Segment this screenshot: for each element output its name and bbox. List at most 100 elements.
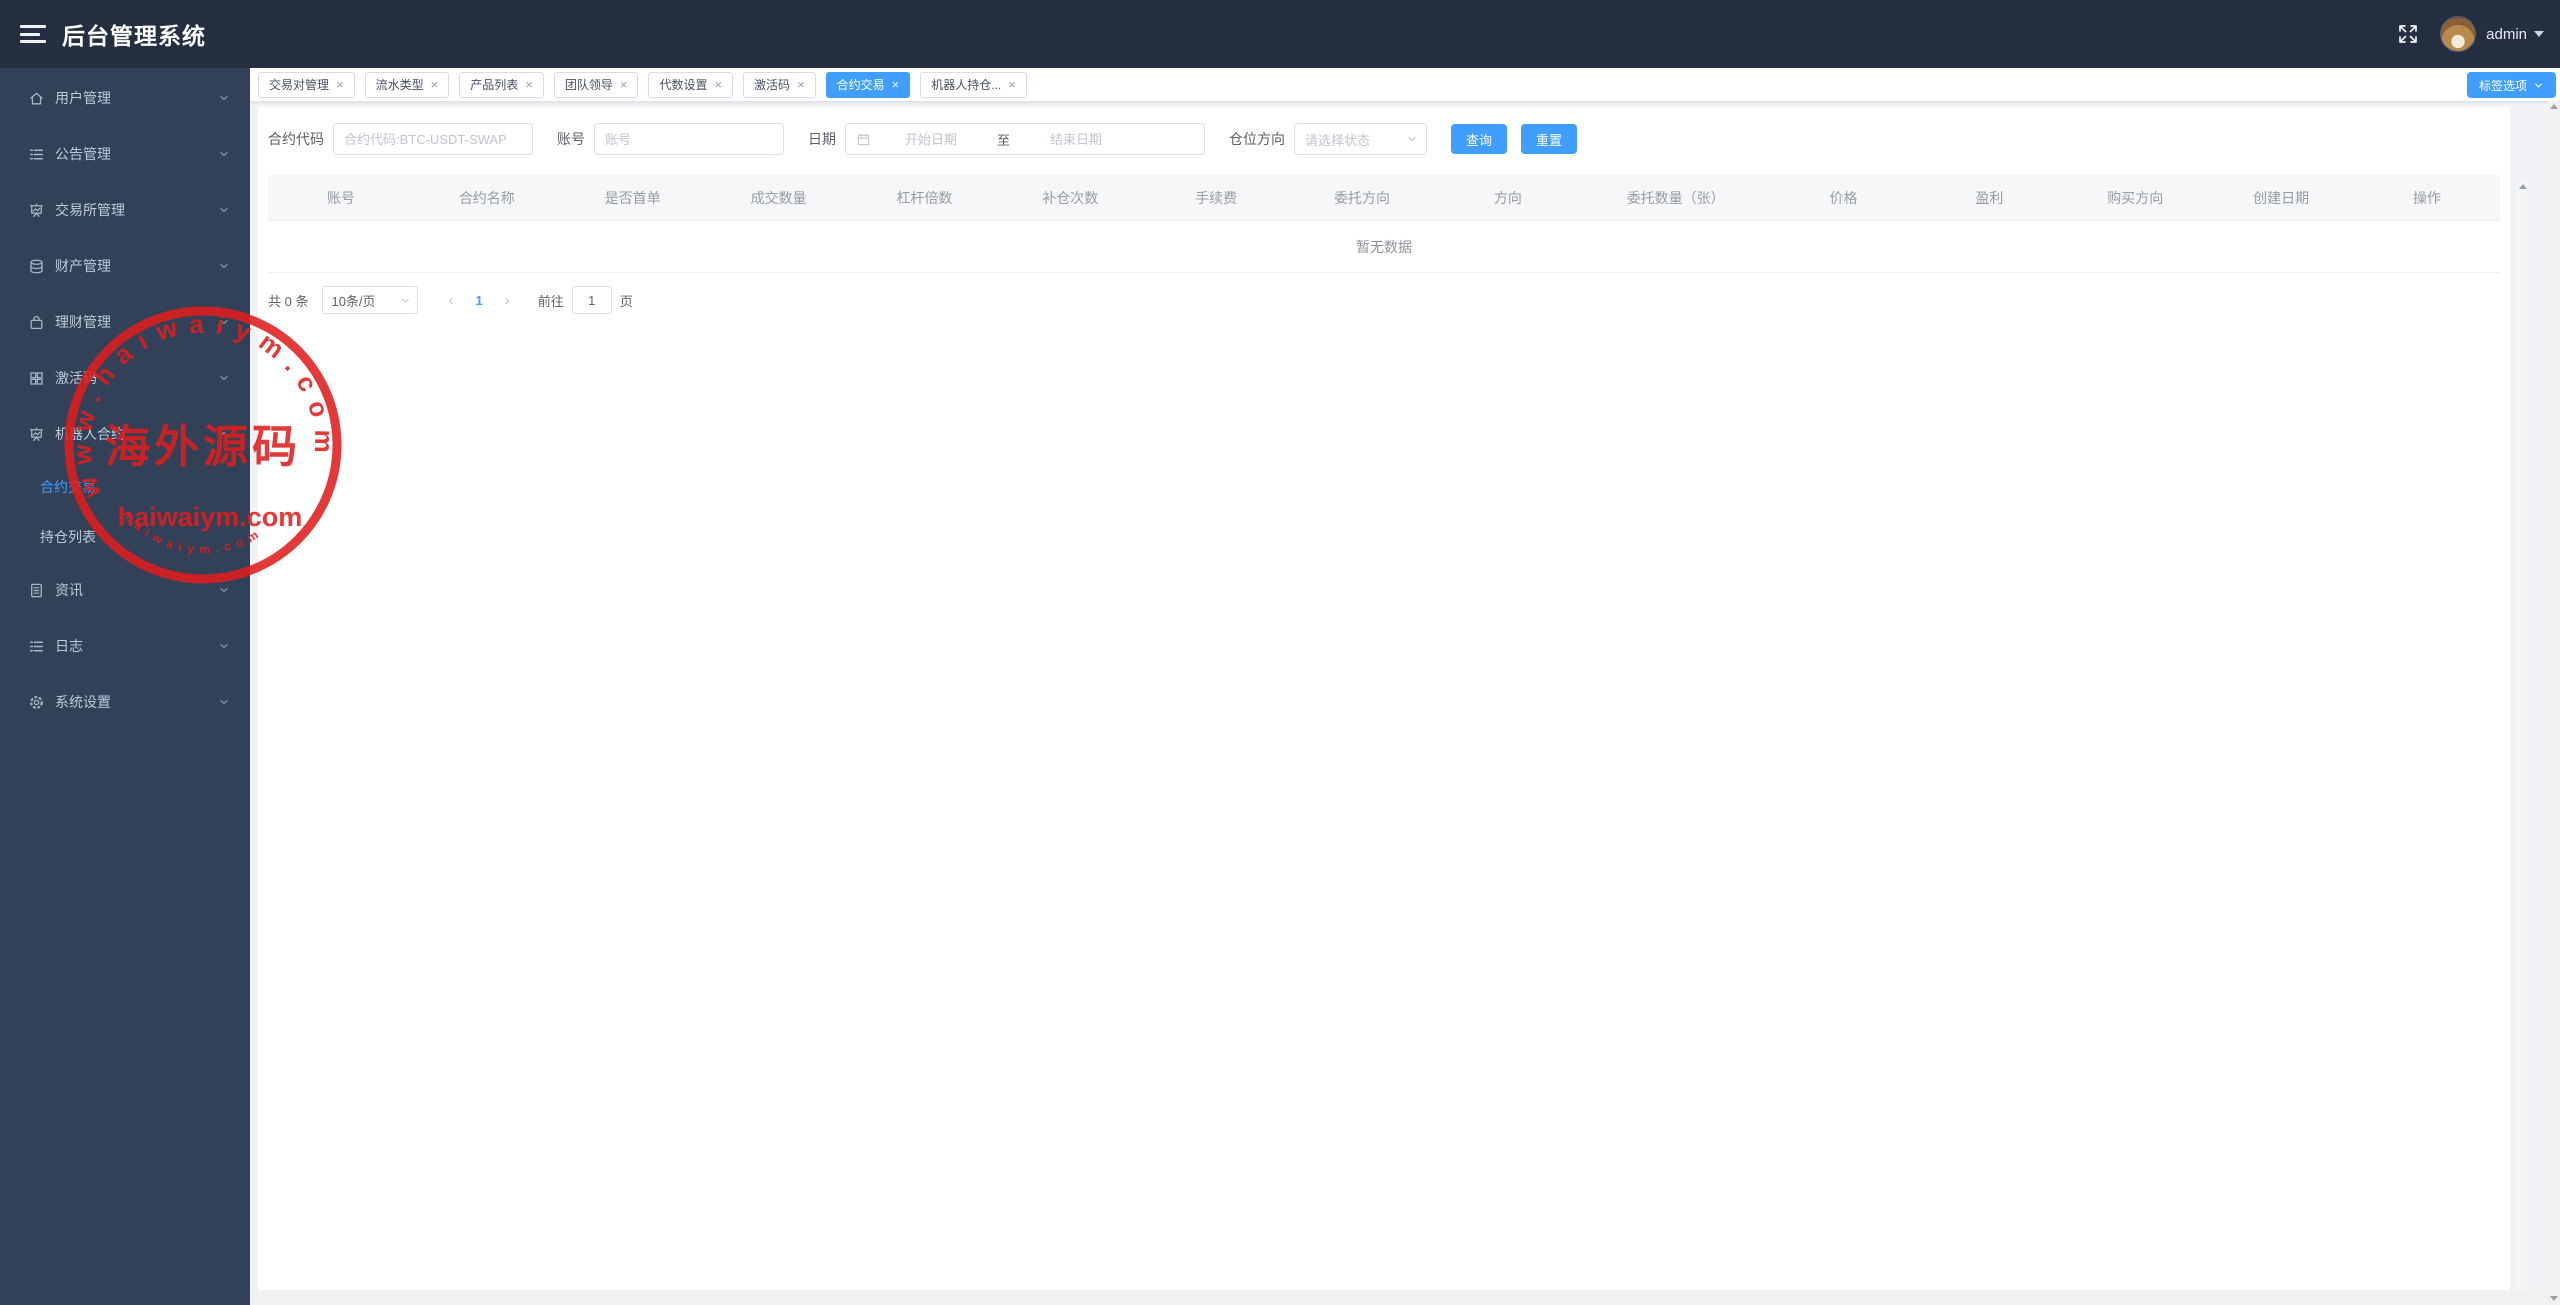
home-icon [28, 90, 45, 107]
date-range-picker[interactable]: 至 [845, 123, 1205, 155]
column-header: 委托方向 [1334, 189, 1391, 206]
column-header: 补仓次数 [1042, 189, 1099, 206]
sidebar-item-announcement-mgmt[interactable]: 公告管理 [0, 126, 250, 182]
position-direction-select[interactable]: 请选择状态 [1294, 123, 1427, 155]
menu-toggle-icon[interactable] [20, 23, 46, 45]
gear-icon [28, 694, 45, 711]
end-date-input[interactable] [1016, 131, 1137, 147]
account-label: 账号 [557, 131, 585, 147]
tab-close-icon[interactable]: × [714, 78, 722, 91]
column-header: 盈利 [1975, 189, 2004, 206]
content-panel: 合约代码 账号 日期 至 仓位方向 请选择状态 [258, 107, 2510, 1290]
column-header: 方向 [1493, 189, 1522, 206]
column-header: 是否首单 [604, 189, 661, 206]
chevron-down-icon [218, 92, 230, 104]
reset-button[interactable]: 重置 [1521, 124, 1578, 154]
bag-icon [28, 314, 45, 331]
chevron-up-icon [218, 428, 230, 440]
chevron-down-icon [1406, 133, 1418, 145]
sidebar-item-asset-mgmt[interactable]: 财产管理 [0, 238, 250, 294]
sidebar-item-robot-contract[interactable]: 机器人合约 [0, 406, 250, 462]
database-icon [28, 258, 45, 275]
chevron-down-icon [218, 372, 230, 384]
sidebar-item-label: 日志 [55, 638, 83, 654]
chevron-down-icon [2533, 80, 2544, 91]
tab-product-list[interactable]: 产品列表 × [459, 71, 544, 98]
tab-flow-type[interactable]: 流水类型 × [364, 71, 450, 98]
tab-robot-positions[interactable]: 机器人持仓... × [920, 71, 1027, 98]
chevron-down-icon [218, 260, 230, 272]
tab-close-icon[interactable]: × [892, 78, 900, 91]
chart-board-icon [28, 202, 45, 219]
column-header: 操作 [2412, 189, 2441, 206]
sidebar-item-label: 系统设置 [55, 694, 111, 710]
page-unit-label: 页 [619, 293, 633, 309]
tab-activation-code[interactable]: 激活码 × [743, 71, 816, 98]
prev-page-button[interactable]: ‹ [436, 292, 465, 309]
sidebar-item-system-settings[interactable]: 系统设置 [0, 674, 250, 730]
sidebar-subitem-position-list[interactable]: 持仓列表 [0, 512, 250, 562]
tab-close-icon[interactable]: × [1008, 78, 1016, 91]
user-dropdown-caret-icon[interactable] [2534, 31, 2544, 37]
chevron-down-icon [218, 584, 230, 596]
chart-board-icon [28, 426, 45, 443]
table-empty-row: 暂无数据 [268, 221, 2500, 273]
sidebar-item-logs[interactable]: 日志 [0, 618, 250, 674]
tab-contract-trading[interactable]: 合约交易 × [825, 71, 911, 98]
scroll-up-icon[interactable] [2549, 104, 2558, 109]
account-input[interactable] [594, 123, 784, 155]
contract-code-input[interactable] [333, 123, 533, 155]
fullscreen-icon[interactable] [2396, 22, 2420, 46]
data-table: 账号 合约名称 是否首单 成交数量 杠杆倍数 补仓次数 手续费 委托方向 方向 … [268, 175, 2500, 273]
tab-close-icon[interactable]: × [620, 78, 628, 91]
sidebar-item-activation-code[interactable]: 激活码 [0, 350, 250, 406]
search-button[interactable]: 查询 [1451, 124, 1508, 154]
vertical-scrollbar[interactable] [2547, 100, 2560, 1305]
tab-trading-pair-mgmt[interactable]: 交易对管理 × [258, 71, 355, 98]
sidebar-subitem-contract-trading[interactable]: 合约交易 [0, 462, 250, 512]
scroll-up-icon[interactable] [2518, 184, 2527, 189]
next-page-button[interactable]: › [493, 292, 522, 309]
sidebar-item-exchange-mgmt[interactable]: 交易所管理 [0, 182, 250, 238]
tab-close-icon[interactable]: × [525, 78, 533, 91]
scroll-down-icon[interactable] [2549, 1296, 2558, 1301]
tab-close-icon[interactable]: × [431, 78, 439, 91]
top-header: 后台管理系统 admin [0, 0, 2560, 68]
list-icon [28, 638, 45, 655]
sidebar-item-user-mgmt[interactable]: 用户管理 [0, 70, 250, 126]
select-placeholder: 请选择状态 [1305, 132, 1371, 148]
goto-page-input[interactable] [571, 286, 612, 314]
tabbar: 交易对管理 × 流水类型 × 产品列表 × 团队领导 × 代数设置 × 激活码 … [250, 68, 2560, 102]
sidebar-item-news[interactable]: 资讯 [0, 562, 250, 618]
sidebar-subitem-label: 持仓列表 [40, 529, 96, 545]
document-icon [28, 582, 45, 599]
username[interactable]: admin [2486, 26, 2527, 43]
tab-label: 合约交易 [836, 78, 885, 92]
chevron-down-icon [218, 696, 230, 708]
sidebar-item-label: 激活码 [55, 370, 97, 386]
list-icon [28, 146, 45, 163]
inner-vertical-scrollbar[interactable] [2516, 180, 2529, 1290]
start-date-input[interactable] [871, 131, 991, 147]
column-header: 合约名称 [458, 189, 515, 206]
sidebar-item-label: 公告管理 [55, 146, 111, 162]
tag-options-button[interactable]: 标签选项 [2466, 72, 2556, 98]
tab-label: 流水类型 [375, 78, 424, 92]
horizontal-scrollbar[interactable] [250, 1292, 2547, 1305]
avatar[interactable] [2440, 16, 2477, 52]
tab-close-icon[interactable]: × [336, 78, 344, 91]
column-header: 创建日期 [2253, 189, 2310, 206]
sidebar-item-label: 用户管理 [55, 90, 111, 106]
goto-label: 前往 [537, 293, 564, 309]
page-size-select[interactable]: 10条/页 [322, 286, 419, 314]
page-number-1[interactable]: 1 [465, 293, 492, 308]
empty-data-text: 暂无数据 [1356, 238, 1412, 255]
column-header: 价格 [1829, 189, 1858, 206]
header-right: admin [2396, 16, 2560, 52]
tab-team-leader[interactable]: 团队领导 × [553, 71, 639, 98]
pagination: 共 0 条 10条/页 ‹ 1 › 前往 页 [268, 286, 2500, 314]
sidebar-item-wealth-mgmt[interactable]: 理财管理 [0, 294, 250, 350]
tab-generation-settings[interactable]: 代数设置 × [648, 71, 734, 98]
tab-label: 激活码 [754, 78, 791, 92]
tab-close-icon[interactable]: × [797, 78, 805, 91]
